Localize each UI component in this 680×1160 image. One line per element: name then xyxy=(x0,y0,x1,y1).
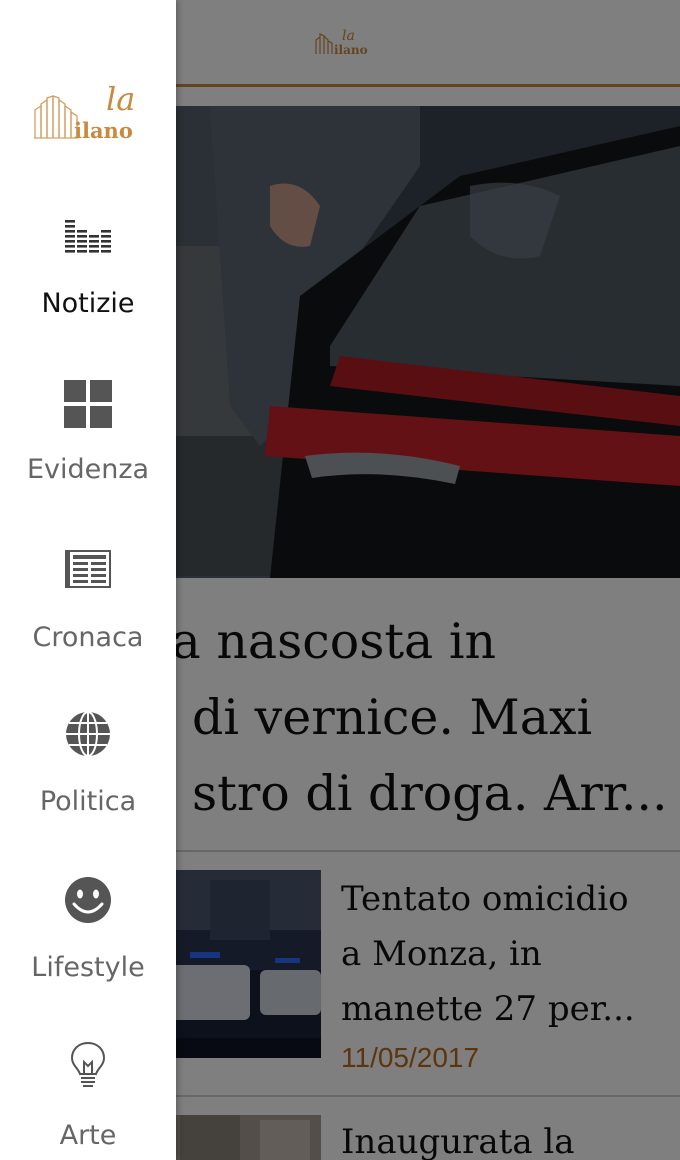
menu-item-lifestyle[interactable]: Lifestyle xyxy=(0,876,176,1042)
navigation-drawer: la ilano Notizie Evidenza Cronaca Politi… xyxy=(0,0,176,1160)
menu-item-cronaca[interactable]: Cronaca xyxy=(0,546,176,712)
drawer-logo[interactable]: la ilano xyxy=(32,74,146,146)
svg-text:ilano: ilano xyxy=(74,118,133,143)
globe-icon xyxy=(66,711,110,757)
svg-text:la: la xyxy=(106,80,135,118)
menu-item-label: Notizie xyxy=(41,288,135,319)
smiley-icon xyxy=(65,877,111,923)
menu-item-label: Evidenza xyxy=(26,454,150,485)
menu-item-label: Politica xyxy=(39,786,137,817)
menu-item-arte[interactable]: Arte xyxy=(0,1040,176,1160)
menu-item-politica[interactable]: Politica xyxy=(0,710,176,876)
grid-icon xyxy=(64,380,112,428)
newspaper-icon xyxy=(65,550,111,588)
menu-item-label: Cronaca xyxy=(32,622,144,653)
menu-item-notizie[interactable]: Notizie xyxy=(0,218,176,384)
menu-item-evidenza[interactable]: Evidenza xyxy=(0,378,176,544)
equalizer-icon xyxy=(65,220,111,253)
menu-item-label: Lifestyle xyxy=(31,952,145,983)
lightbulb-icon xyxy=(70,1041,106,1087)
menu-item-label: Arte xyxy=(59,1120,117,1151)
